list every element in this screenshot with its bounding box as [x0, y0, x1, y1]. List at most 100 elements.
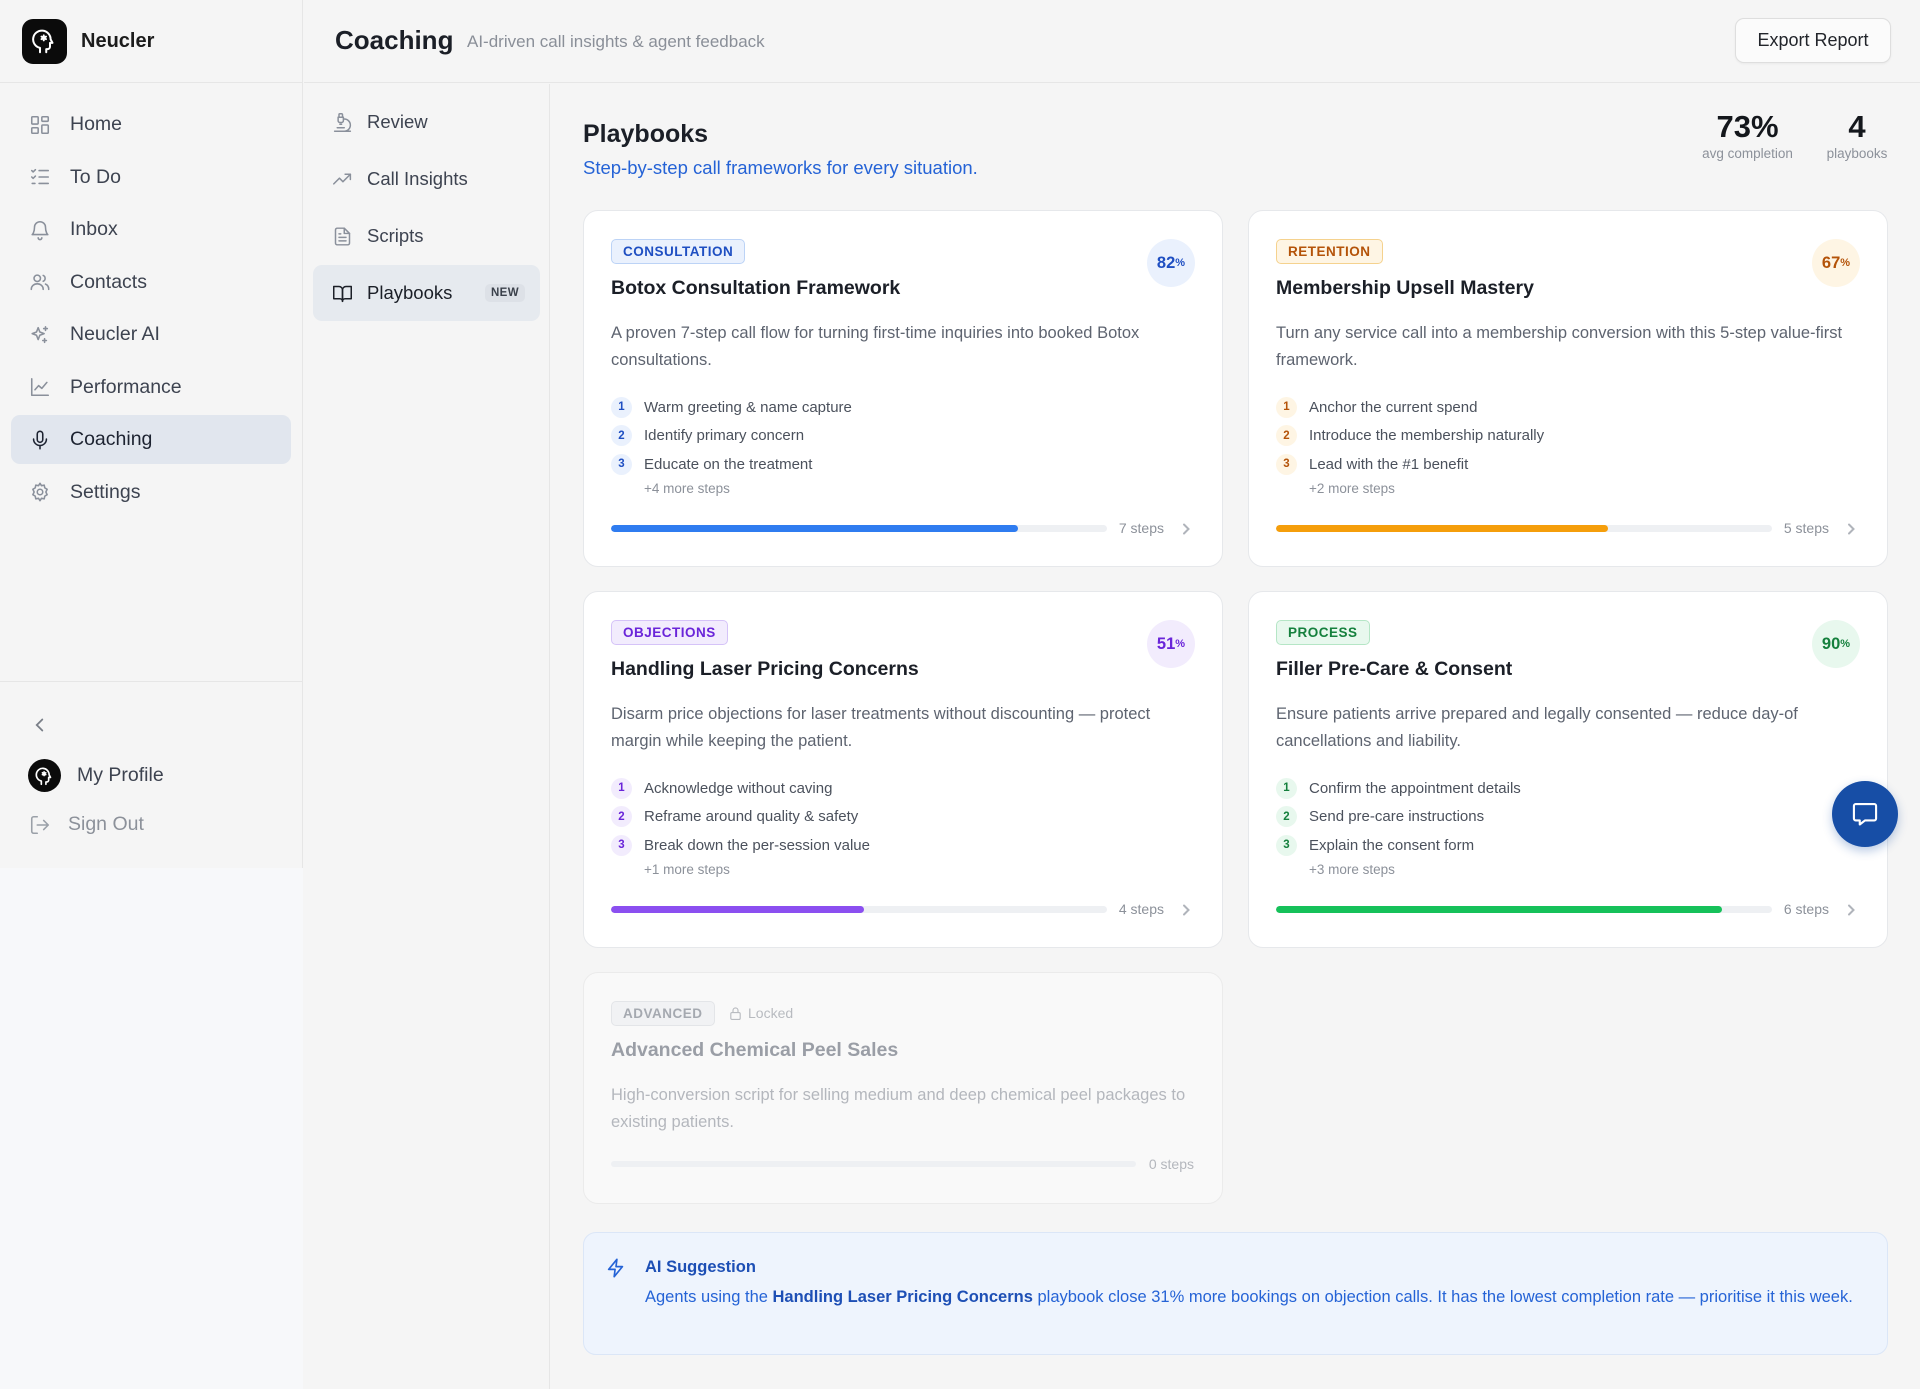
- ai-suggestion-title: AI Suggestion: [645, 1258, 756, 1276]
- step-label: Anchor the current spend: [1309, 398, 1478, 416]
- stat-playbooks: 4 playbooks: [1819, 109, 1895, 161]
- progress-bar: [611, 1161, 1136, 1167]
- sidebar-item-contacts[interactable]: Contacts: [11, 258, 291, 307]
- sign-out-icon: [30, 815, 50, 834]
- chevron-right-icon: [1180, 903, 1192, 916]
- bell-icon: [31, 220, 49, 240]
- stat-label: playbooks: [1826, 146, 1888, 161]
- playbook-card[interactable]: OBJECTIONS 51% Handling Laser Pricing Co…: [583, 591, 1223, 948]
- playbook-card[interactable]: RETENTION 67% Membership Upsell Mastery …: [1248, 210, 1888, 567]
- progress-fill: [1276, 906, 1723, 913]
- section-subtitle: Step-by-step call frameworks for every s…: [583, 157, 978, 178]
- chat-button[interactable]: [1832, 781, 1898, 847]
- sidebar-item-label: To Do: [70, 165, 121, 188]
- step-list: 1 Acknowledge without caving 2 Reframe aro…: [611, 774, 870, 877]
- subnav-item-label: Playbooks: [367, 282, 453, 303]
- sidebar-item-label: Performance: [70, 375, 182, 398]
- card-description: Ensure patients arrive prepared and lega…: [1276, 705, 1798, 750]
- sidebar-item-todo[interactable]: To Do: [11, 153, 291, 202]
- card-title: Membership Upsell Mastery: [1276, 277, 1534, 299]
- microscope-icon: [333, 112, 352, 132]
- sidebar-item-home[interactable]: Home: [11, 100, 291, 149]
- more-steps: +2 more steps: [1309, 480, 1395, 496]
- page-subtitle: AI-driven call insights & agent feedback: [467, 32, 765, 51]
- step-number: 3: [1276, 453, 1297, 475]
- category-tag: RETENTION: [1276, 239, 1383, 264]
- step-number: 3: [611, 453, 632, 475]
- sidebar-item-performance[interactable]: Performance: [11, 363, 291, 412]
- sidebar-item-neucler-ai[interactable]: Neucler AI: [11, 310, 291, 359]
- completion-value: 67: [1821, 253, 1841, 272]
- step-count: 4 steps: [1118, 901, 1164, 917]
- document-icon: [334, 226, 351, 246]
- step-number: 3: [611, 834, 632, 856]
- step-label: Warm greeting & name capture: [644, 398, 852, 416]
- locked-label: Locked: [748, 1005, 794, 1021]
- sidebar-item-label: Inbox: [70, 218, 118, 240]
- sidebar-item-label: Contacts: [70, 270, 147, 293]
- chevron-right-icon: [1845, 903, 1857, 916]
- completion-badge: 51%: [1147, 620, 1195, 668]
- sign-out-button[interactable]: Sign Out: [29, 813, 144, 836]
- completion-value: 90: [1821, 634, 1841, 653]
- sidebar-item-inbox[interactable]: Inbox: [11, 205, 291, 254]
- more-steps: +4 more steps: [644, 480, 730, 496]
- app-logo-icon[interactable]: [22, 18, 67, 64]
- lock-icon: [730, 1006, 741, 1020]
- completion-value: 51: [1156, 634, 1176, 653]
- sidebar-item-label: Coaching: [70, 428, 153, 450]
- subnav-item-call-insights[interactable]: Call Insights: [313, 151, 540, 207]
- sign-out-label: Sign Out: [68, 813, 144, 835]
- category-tag: PROCESS: [1276, 620, 1370, 645]
- page-title: Coaching: [335, 25, 454, 55]
- chevron-right-icon: [1180, 522, 1192, 535]
- book-open-icon: [333, 285, 352, 302]
- subnav-item-review[interactable]: Review: [313, 94, 540, 150]
- step-label: Reframe around quality & safety: [644, 808, 859, 826]
- card-description: High-conversion script for selling mediu…: [611, 1086, 1186, 1131]
- stat-avg-completion: 73% avg completion: [1695, 109, 1800, 161]
- subnav-item-playbooks[interactable]: Playbooks NEW: [313, 265, 540, 321]
- sidebar-footer: My Profile Sign Out: [0, 681, 303, 868]
- playbook-card[interactable]: PROCESS 90% Filler Pre-Care & Consent En…: [1248, 591, 1888, 948]
- step-label: Introduce the membership naturally: [1309, 427, 1545, 445]
- step-number: 2: [611, 806, 632, 828]
- card-title: Advanced Chemical Peel Sales: [611, 1039, 899, 1061]
- sidebar-item-label: Neucler AI: [70, 323, 160, 345]
- step-number: 1: [1276, 396, 1297, 418]
- sidebar: Neucler Home To Do Inbox Contacts Neucle…: [0, 0, 303, 1389]
- ai-highlighted-playbook[interactable]: Handling Laser Pricing Concerns: [773, 1288, 1033, 1306]
- step-number: 3: [1276, 834, 1297, 856]
- playbook-card[interactable]: CONSULTATION 82% Botox Consultation Fram…: [583, 210, 1223, 567]
- ai-suggestion: AI Suggestion Agents using the Handling …: [583, 1232, 1888, 1355]
- step-number: 1: [1276, 777, 1297, 799]
- ai-suggestion-text: Agents using the Handling Laser Pricing …: [645, 1285, 1860, 1310]
- completion-value: 82: [1156, 253, 1176, 272]
- step-label: Identify primary concern: [644, 427, 805, 445]
- my-profile-link[interactable]: My Profile: [28, 759, 164, 792]
- step-list: 1 Anchor the current spend 2 Introduce the…: [1276, 393, 1544, 496]
- brand-bar: Neucler: [0, 0, 302, 83]
- step-item: 3 Break down the per-session value: [611, 831, 870, 860]
- subnav-item-label: Review: [367, 111, 428, 132]
- subnav-item-scripts[interactable]: Scripts: [313, 208, 540, 264]
- step-item: 1 Anchor the current spend: [1276, 393, 1544, 422]
- step-item: 3 Educate on the treatment: [611, 450, 852, 479]
- step-label: Send pre-care instructions: [1309, 808, 1485, 826]
- main-nav: Home To Do Inbox Contacts Neucler AI Per…: [0, 83, 302, 517]
- step-number: 2: [1276, 806, 1297, 828]
- chevron-left-icon: [35, 718, 44, 732]
- sidebar-item-coaching[interactable]: Coaching: [11, 415, 291, 464]
- ai-text-end: playbook close 31% more bookings on obje…: [1032, 1288, 1853, 1306]
- export-report-button[interactable]: Export Report: [1735, 18, 1891, 63]
- trend-up-icon: [333, 173, 352, 185]
- step-item: 2 Reframe around quality & safety: [611, 803, 870, 832]
- category-tag: ADVANCED: [611, 1001, 715, 1026]
- percent-sign: %: [1840, 638, 1851, 650]
- sidebar-item-settings[interactable]: Settings: [11, 468, 291, 517]
- collapse-sidebar-button[interactable]: [29, 714, 51, 736]
- completion-badge: 90%: [1812, 620, 1860, 668]
- progress-fill: [611, 906, 864, 913]
- step-number: 2: [1276, 425, 1297, 447]
- percent-sign: %: [1175, 638, 1186, 650]
